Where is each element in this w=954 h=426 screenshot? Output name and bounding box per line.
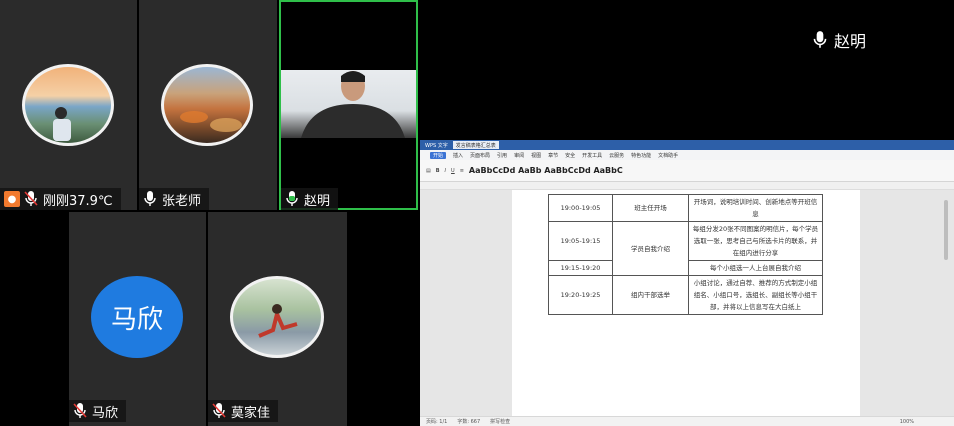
- participant-name: 莫家佳: [231, 405, 271, 421]
- tab-document[interactable]: 发言稿表格汇总表: [452, 141, 499, 149]
- menu-home[interactable]: 开始: [430, 151, 447, 159]
- table-cell-desc: 小组讨论，通过自荐、推荐的方式制定小组组名、小组口号，选组长、副组长等小组干部，…: [688, 275, 823, 315]
- wps-titlebar: WPS 文字 发言稿表格汇总表: [420, 140, 954, 150]
- table-row: 19:20-19:25 组内干部选举 小组讨论，通过自荐、推荐的方式制定小组组名…: [548, 275, 823, 315]
- table-cell-item: 班主任开场: [612, 194, 689, 222]
- microphone-muted-icon: [73, 403, 87, 418]
- microphone-icon: [144, 191, 156, 206]
- tab-wps-home[interactable]: WPS 文字: [422, 141, 451, 149]
- participant-name-tag: 张老师: [139, 188, 210, 210]
- status-bar: 页码: 1/1 字数: 667 拼写检查 100%: [420, 416, 954, 426]
- menu-security[interactable]: 安全: [565, 152, 575, 159]
- ruler: [420, 182, 954, 190]
- person-photo-icon: [53, 107, 71, 141]
- participant-name: 赵明: [304, 193, 331, 209]
- table-cell-item: 组内干部选举: [612, 275, 689, 315]
- menu-assistant[interactable]: 文档助手: [658, 152, 678, 159]
- participant-avatar: [230, 276, 324, 358]
- align-icon[interactable]: ≡: [460, 168, 464, 174]
- participant-tile-1[interactable]: ● 刚刚37.9℃: [0, 0, 137, 210]
- document-page[interactable]: 19:00-19:05 班主任开场 开场词，说明培训时间、创新地点等开班信息 1…: [512, 190, 860, 416]
- microphone-icon: [813, 31, 827, 48]
- table-cell-time: 19:20-19:25: [548, 275, 613, 315]
- participant-avatar: [22, 64, 114, 146]
- status-spellcheck[interactable]: 拼写检查: [490, 418, 510, 425]
- table-cell-time: 19:05-19:15: [548, 221, 613, 261]
- person-video-icon: [301, 71, 405, 138]
- table-cell-item: 学员自我介绍: [612, 221, 689, 276]
- table-row: 19:00-19:05 班主任开场 开场词，说明培训时间、创新地点等开班信息: [548, 194, 823, 222]
- menu-references[interactable]: 引用: [497, 152, 507, 159]
- status-wordcount: 字数: 667: [457, 419, 481, 425]
- participant-initials: 马欣: [110, 304, 163, 335]
- underline-icon[interactable]: U: [451, 168, 455, 174]
- participant-name-tag: 赵明: [281, 188, 339, 210]
- table-cell-desc: 开场词，说明培训时间、创新地点等开班信息: [688, 194, 823, 222]
- participant-video: [281, 70, 416, 138]
- vertical-scrollbar[interactable]: [944, 200, 948, 260]
- table-cell-desc: 每组分发20张不同图案的明信片，每个学员选取一张，思考自己与所选卡片的联系，并在…: [688, 221, 823, 261]
- host-icon: ●: [4, 191, 20, 207]
- participant-name: 刚刚37.9℃: [43, 193, 113, 209]
- menu-section[interactable]: 章节: [548, 152, 558, 159]
- participant-tile-4[interactable]: 马欣 马欣: [69, 212, 206, 426]
- participant-name-tag: ● 刚刚37.9℃: [0, 188, 121, 210]
- schedule-table: 19:00-19:05 班主任开场 开场词，说明培训时间、创新地点等开班信息 1…: [548, 194, 823, 315]
- participant-tile-2[interactable]: 张老师: [139, 0, 277, 210]
- table-cell-time: 19:00-19:05: [548, 194, 613, 222]
- styles-gallery[interactable]: AaBbCcDd AaBb AaBbCcDd AaBbC: [469, 166, 623, 175]
- table-cell-time: 19:15-19:20: [548, 260, 613, 276]
- italic-icon[interactable]: I: [445, 168, 446, 174]
- participant-name: 马欣: [92, 405, 119, 421]
- menu-cloud[interactable]: 云服务: [609, 152, 624, 159]
- wps-menubar: 开始 插入 页面布局 引用 审阅 视图 章节 安全 开发工具 云服务 特色功能 …: [420, 150, 954, 160]
- microphone-muted-icon: [212, 403, 226, 418]
- menu-view[interactable]: 视图: [531, 152, 541, 159]
- presenter-name: 赵明: [834, 32, 867, 51]
- menu-insert[interactable]: 插入: [453, 152, 463, 159]
- participant-name-tag: 马欣: [69, 400, 127, 422]
- menu-layout[interactable]: 页面布局: [470, 152, 490, 159]
- shared-screen-presenter: 赵明: [812, 28, 866, 52]
- person-jumping-photo-icon: [258, 304, 298, 338]
- paste-icon[interactable]: ▤: [426, 168, 431, 174]
- bold-icon[interactable]: B: [436, 168, 440, 174]
- zoom-level[interactable]: 100%: [900, 419, 914, 425]
- participant-initials-avatar: 马欣: [91, 276, 183, 358]
- participant-name: 张老师: [162, 193, 202, 209]
- wps-ribbon: ▤ B I U ≡ AaBbCcDd AaBb AaBbCcDd AaBbC: [420, 160, 954, 182]
- microphone-muted-icon: [24, 191, 38, 206]
- participant-tile-3[interactable]: 赵明: [279, 0, 418, 210]
- wps-window[interactable]: WPS 文字 发言稿表格汇总表 开始 插入 页面布局 引用 审阅 视图 章节 安…: [420, 140, 954, 426]
- participant-avatar: [161, 64, 253, 146]
- table-row: 19:05-19:15 学员自我介绍 每组分发20张不同图案的明信片，每个学员选…: [548, 221, 823, 276]
- document-area[interactable]: 19:00-19:05 班主任开场 开场词，说明培训时间、创新地点等开班信息 1…: [420, 190, 954, 416]
- menu-developer[interactable]: 开发工具: [582, 152, 602, 159]
- menu-features[interactable]: 特色功能: [631, 152, 651, 159]
- status-page: 页码: 1/1: [426, 419, 448, 425]
- participant-tile-5[interactable]: 莫家佳: [208, 212, 347, 426]
- microphone-active-icon: [286, 191, 298, 206]
- table-cell-desc: 每个小组选一人上台展自我介绍: [688, 260, 823, 276]
- participant-name-tag: 莫家佳: [208, 400, 279, 422]
- menu-review[interactable]: 审阅: [514, 152, 524, 159]
- landscape-photo-icon: [180, 111, 242, 132]
